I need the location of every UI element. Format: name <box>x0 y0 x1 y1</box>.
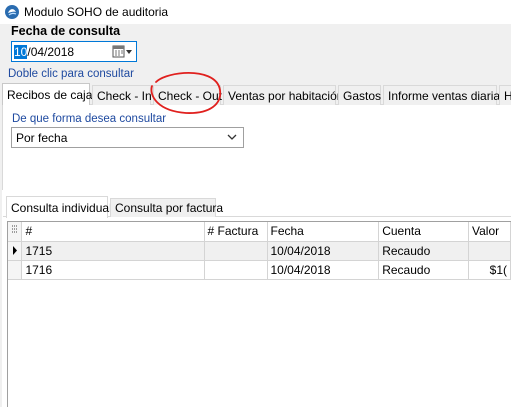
consult-mode-value: Por fecha <box>16 130 68 145</box>
table-row[interactable]: 1715 10/04/2018 Recaudo <box>8 241 511 261</box>
chevron-down-icon <box>227 134 237 140</box>
calendar-dropdown-button[interactable] <box>112 44 134 59</box>
tab-informe-ventas-diarias[interactable]: Informe ventas diarias <box>383 85 506 105</box>
row-header-corner[interactable] <box>8 222 23 242</box>
table-header-row: # # Factura Fecha Cuenta Valor <box>8 222 511 242</box>
cell-num[interactable]: 1715 <box>21 241 205 261</box>
cell-cuenta[interactable]: Recaudo <box>378 260 469 280</box>
tab-gastos[interactable]: Gastos <box>338 85 381 105</box>
cell-factura[interactable] <box>204 260 268 280</box>
tab-consulta-por-factura[interactable]: Consulta por factura <box>110 198 223 217</box>
cell-fecha[interactable]: 10/04/2018 <box>267 260 380 280</box>
fecha-label: Fecha de consulta <box>11 24 121 38</box>
tab-h[interactable]: H <box>499 85 511 105</box>
table-row[interactable]: 1716 10/04/2018 Recaudo $1( <box>8 260 511 280</box>
cell-num[interactable]: 1716 <box>21 260 205 280</box>
app-logo-icon <box>5 5 19 19</box>
hint-text: Doble clic para consultar <box>8 68 134 80</box>
cell-valor[interactable] <box>468 241 511 261</box>
col-header-valor[interactable]: Valor <box>468 222 511 242</box>
cell-fecha[interactable]: 10/04/2018 <box>267 241 380 261</box>
consult-mode-label: De que forma desea consultar <box>12 113 167 125</box>
date-value[interactable]: 10/04/2018 <box>12 44 75 59</box>
main-tab-strip: Recibos de caja Check - In Check - Out V… <box>2 83 511 106</box>
cell-valor[interactable]: $1( <box>468 260 511 280</box>
row-selector[interactable] <box>8 241 23 261</box>
window-title: Modulo SOHO de auditoria <box>24 5 169 19</box>
calendar-icon <box>112 45 132 57</box>
col-header-fecha[interactable]: Fecha <box>267 222 380 242</box>
tab-check-out[interactable]: Check - Out <box>153 85 222 105</box>
cell-cuenta[interactable]: Recaudo <box>378 241 469 261</box>
tab-recibos-de-caja[interactable]: Recibos de caja <box>2 83 92 106</box>
sub-tab-strip: Consulta individual Consulta por factura <box>3 196 511 218</box>
col-header-num[interactable]: # <box>21 222 205 242</box>
cell-factura[interactable] <box>204 241 268 261</box>
consult-mode-select[interactable]: Por fecha <box>11 127 244 148</box>
grid-select-icon <box>11 225 18 233</box>
date-rest: /04/2018 <box>27 44 75 59</box>
col-header-cuenta[interactable]: Cuenta <box>378 222 469 242</box>
title-bar: Modulo SOHO de auditoria <box>0 0 511 24</box>
tab-consulta-individual[interactable]: Consulta individual <box>6 196 112 218</box>
tab-ventas-por-habitacion[interactable]: Ventas por habitación <box>223 85 343 105</box>
row-selector[interactable] <box>8 260 23 280</box>
date-picker[interactable]: 10/04/2018 <box>11 41 137 62</box>
col-header-factura[interactable]: # Factura <box>204 222 268 242</box>
tab-check-in[interactable]: Check - In <box>92 85 152 105</box>
date-day-selected: 10 <box>14 44 28 59</box>
receipts-grid[interactable]: # # Factura Fecha Cuenta Valor 1715 10/0… <box>7 221 511 407</box>
current-row-arrow-icon <box>12 245 17 255</box>
